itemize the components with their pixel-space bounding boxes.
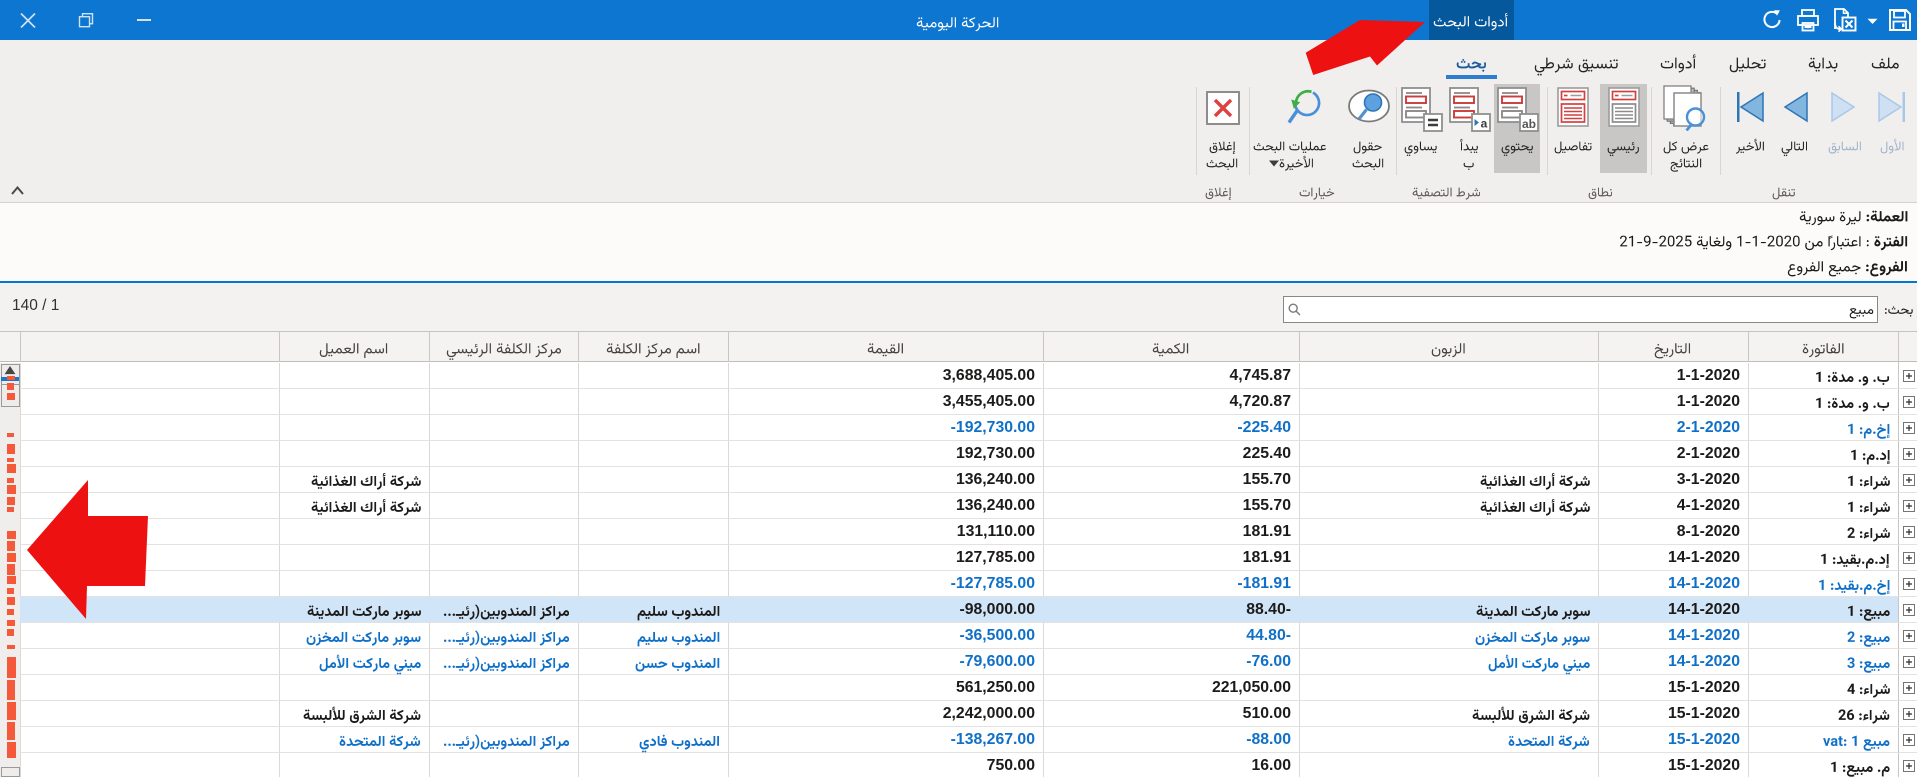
svg-text:ab: ab: [1522, 117, 1536, 131]
svg-text:a: a: [1481, 117, 1488, 131]
